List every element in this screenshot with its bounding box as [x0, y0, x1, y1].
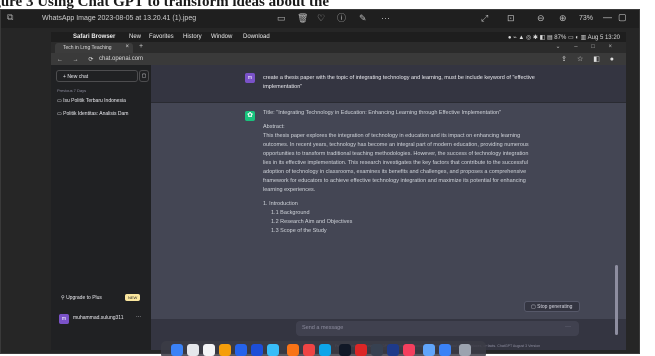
- clock-icon[interactable]: [203, 344, 215, 356]
- chat-main: m create a thesis paper with the topic o…: [151, 65, 626, 350]
- app-icon[interactable]: [339, 344, 351, 356]
- outline-item-0: 1. Introduction: [263, 201, 298, 207]
- mac-menubar: Safari Browser New Favorites History Win…: [51, 32, 626, 42]
- status-area: ● ⌁ ▲ ◎ ✱ ◧ ▤ 87% ▭ ◐ ▥ Aug 5 13:20: [507, 35, 620, 41]
- menu-history[interactable]: History: [183, 34, 202, 40]
- app-icon[interactable]: [439, 344, 451, 356]
- clock: Aug 5 13:20: [587, 35, 620, 41]
- chatgpt-logo-icon: ✿: [245, 111, 255, 121]
- screenshot-root: Figure 3 Using Chat GPT to transform ide…: [0, 0, 655, 356]
- viewer-title: WhatsApp Image 2023-08-05 at 13.20.41 (1…: [42, 15, 197, 22]
- new-badge: NEW: [125, 294, 141, 301]
- outline-item-3: 1.3 Scope of the Study: [271, 228, 327, 234]
- user-message: m create a thesis paper with the topic o…: [151, 65, 626, 103]
- stop-generating-button[interactable]: ▢ Stop generating: [524, 301, 580, 312]
- app-icon[interactable]: [423, 344, 435, 356]
- window-controls[interactable]: ⌄ – □ ×: [556, 43, 619, 50]
- finder-icon[interactable]: [171, 344, 183, 356]
- maximize-icon[interactable]: ▢: [618, 12, 627, 23]
- browser-tab[interactable]: Tech in Lrng Teaching ×: [55, 43, 133, 53]
- new-chat-button[interactable]: + New chat: [56, 70, 138, 82]
- new-chat-label: New chat: [67, 74, 89, 80]
- app-icon[interactable]: [219, 344, 231, 356]
- viewer-toolbar: ⧉ WhatsApp Image 2023-08-05 at 13.20.41 …: [1, 10, 639, 28]
- crop-icon[interactable]: ⊡: [507, 13, 515, 23]
- delete-icon[interactable]: 🗑: [297, 13, 308, 23]
- favorite-icon[interactable]: ♡: [317, 13, 325, 23]
- more-icon[interactable]: ···: [136, 314, 141, 320]
- sidebar-item-1[interactable]: ▭ Politik Identitas: Analisis Dam: [57, 111, 128, 117]
- trash-icon[interactable]: [459, 344, 471, 356]
- browser-tabbar: Tech in Lrng Teaching × + ⌄ – □ ×: [51, 42, 626, 53]
- browser-icon[interactable]: [287, 344, 299, 356]
- app-icon[interactable]: [303, 344, 315, 356]
- edit-icon[interactable]: ✎: [359, 13, 367, 23]
- page-gutter: [640, 9, 655, 354]
- tab-title: Tech in Lrng Teaching: [63, 45, 112, 51]
- assistant-message: ✿ Title: "Integrating Technology in Educ…: [151, 103, 626, 319]
- user-prompt: create a thesis paper with the topic of …: [263, 75, 535, 90]
- folder-icon[interactable]: [251, 344, 263, 356]
- new-tab-icon[interactable]: +: [139, 43, 143, 50]
- menubar-app: Safari Browser: [73, 34, 116, 40]
- scrollbar[interactable]: [615, 265, 618, 335]
- user-menu[interactable]: m muhammad.sulung311 ···: [55, 311, 147, 327]
- zoom-out-icon[interactable]: ⊖: [537, 13, 545, 23]
- info-icon[interactable]: ⓘ: [337, 13, 346, 23]
- abstract-heading: Abstract:: [263, 124, 285, 130]
- app-icon[interactable]: [403, 344, 415, 356]
- status-icons: ● ⌁ ▲ ◎ ✱ ◧ ▤: [507, 35, 555, 41]
- outline-list: 1. Introduction 1.1 Background 1.2 Resea…: [263, 200, 538, 236]
- send-icon[interactable]: ···: [565, 324, 571, 330]
- app-icon[interactable]: [371, 344, 383, 356]
- upgrade-button[interactable]: ⚲ Upgrade to Plus NEW: [55, 292, 147, 306]
- user-name: muhammad.sulung311: [73, 315, 124, 321]
- hide-sidebar-icon[interactable]: ▢: [139, 70, 149, 82]
- nav-buttons[interactable]: ← → ⟳: [57, 56, 97, 63]
- history-section-label: Previous 7 Days: [57, 88, 87, 93]
- more-icon[interactable]: ···: [381, 13, 390, 23]
- reply-title: Title: "Integrating Technology in Educat…: [263, 110, 502, 116]
- message-input[interactable]: Send a message ···: [296, 321, 579, 336]
- photoshop-icon[interactable]: [387, 344, 399, 356]
- folder-icon[interactable]: [235, 344, 247, 356]
- screenshot-content: Safari Browser New Favorites History Win…: [51, 32, 626, 350]
- battery-percent: 87%: [554, 35, 567, 41]
- chat-sidebar: + New chat ▢ Previous 7 Days ▭ Isu Polit…: [51, 65, 151, 350]
- menu-window[interactable]: Window: [211, 34, 232, 40]
- close-tab-icon[interactable]: ×: [125, 44, 129, 50]
- menu-favorites[interactable]: Favorites: [149, 34, 174, 40]
- outline-item-1: 1.1 Background: [271, 210, 310, 216]
- app-icon[interactable]: [319, 344, 331, 356]
- avatar: m: [59, 314, 69, 324]
- fullscreen-icon[interactable]: ⤢: [481, 13, 488, 23]
- mac-dock: [161, 341, 486, 356]
- avatar: m: [245, 73, 255, 83]
- folder-icon[interactable]: [267, 344, 279, 356]
- slideshow-icon[interactable]: ▭: [277, 13, 286, 23]
- assistant-reply: Title: "Integrating Technology in Educat…: [263, 109, 538, 236]
- zoom-level: 73%: [579, 15, 594, 22]
- url-field[interactable]: chat.openai.com: [99, 56, 143, 62]
- browser-actions[interactable]: ⇪ ☆ ◧ ●: [561, 55, 618, 63]
- abstract-body: This thesis paper explores the integrati…: [263, 133, 529, 193]
- sidebar-toggle-icon[interactable]: ⧉: [7, 12, 27, 32]
- zoom-in-icon[interactable]: ⊕: [559, 13, 567, 23]
- outline-item-2: 1.2 Research Aim and Objectives: [271, 219, 353, 225]
- image-viewer-window: ⧉ WhatsApp Image 2023-08-05 at 13.20.41 …: [0, 9, 640, 356]
- address-bar: ← → ⟳ chat.openai.com ⇪ ☆ ◧ ●: [51, 53, 626, 65]
- menu-new[interactable]: New: [129, 34, 141, 40]
- sidebar-item-0[interactable]: ▭ Isu Politik Terbaru Indonesia: [57, 98, 126, 104]
- launchpad-icon[interactable]: [187, 344, 199, 356]
- minimize-icon[interactable]: —: [603, 12, 612, 22]
- menu-download[interactable]: Download: [243, 34, 270, 40]
- input-placeholder: Send a message: [302, 325, 344, 331]
- app-icon[interactable]: [355, 344, 367, 356]
